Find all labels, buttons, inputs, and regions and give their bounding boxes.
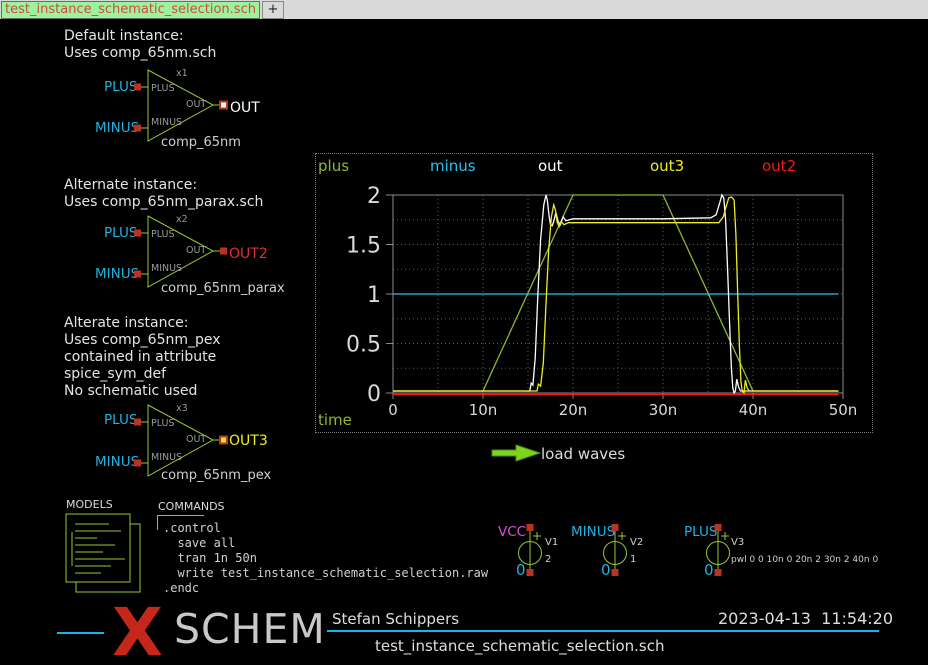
pin-square [134, 84, 141, 91]
source-name[interactable]: V1 [545, 537, 558, 549]
xschem-logo-text: SCHEM [174, 609, 326, 650]
instance3-desc-line[interactable]: spice_sym_def [64, 366, 166, 382]
pin-square-out [220, 102, 227, 109]
y-tick-label: 0.5 [346, 333, 381, 358]
pin-square [134, 230, 141, 237]
titleblock-author[interactable]: Stefan Schippers [332, 611, 459, 628]
symbol-pin-label: PLUS [151, 419, 175, 430]
xschem-window: test_instance_schematic_selection.sch + … [0, 0, 928, 665]
net-label-gnd[interactable]: 0 [516, 562, 526, 579]
instance1-desc-line[interactable]: Default instance: [64, 28, 184, 44]
instance-name[interactable]: x1 [176, 69, 188, 80]
commands-title[interactable]: COMMANDS [158, 501, 225, 514]
pin-square-out [220, 437, 227, 444]
symbol-pin-label: MINUS [151, 453, 182, 464]
new-tab-button[interactable]: + [262, 1, 284, 19]
source-name[interactable]: V2 [630, 537, 643, 549]
instance1-desc-line[interactable]: Uses comp_65nm.sch [64, 45, 216, 61]
symbol-pin-label: PLUS [151, 230, 175, 241]
spice-command-line[interactable]: .endc [163, 581, 199, 596]
symbol-pin-label: OUT [186, 100, 206, 111]
instance-name[interactable]: x2 [176, 215, 188, 226]
y-tick-label: 1 [367, 283, 381, 308]
net-label-out3[interactable]: OUT3 [229, 433, 268, 449]
waveform-plot[interactable]: 0 10n 20n 30n 40n 50n 0 0.5 1 1.5 2 [315, 153, 871, 431]
net-label-gnd[interactable]: 0 [601, 562, 611, 579]
source-value[interactable]: 2 [545, 554, 551, 566]
net-label-gnd[interactable]: 0 [704, 562, 714, 579]
y-tick-label: 1.5 [346, 234, 381, 259]
pin-square-out [220, 248, 227, 255]
commands-underline [158, 515, 204, 516]
symbol-pin-label: PLUS [151, 84, 175, 95]
instance2-desc-line[interactable]: Alternate instance: [64, 177, 197, 193]
x-tick-label: 0 [388, 401, 398, 419]
instance3-desc-line[interactable]: Alterate instance: [64, 315, 188, 331]
commands-bracket [157, 515, 158, 530]
y-tick-label: 2 [367, 184, 381, 209]
symbol-pin-label: OUT [186, 435, 206, 446]
instance-name[interactable]: x3 [176, 404, 188, 415]
tab-bar: test_instance_schematic_selection.sch + [0, 0, 928, 19]
launcher-arrow-icon[interactable] [491, 444, 543, 462]
spice-command-line[interactable]: save all [163, 536, 235, 551]
net-label-out[interactable]: OUT [230, 100, 260, 116]
pin-square [134, 125, 141, 132]
trace-out3 [393, 197, 839, 393]
x-tick-label: 50n [829, 401, 858, 419]
x-tick-label: 30n [649, 401, 678, 419]
symbol-name[interactable]: comp_65nm_parax [161, 282, 285, 297]
symbol-pin-label: MINUS [151, 118, 182, 129]
pin-square [134, 419, 141, 426]
x-tick-label: 40n [739, 401, 768, 419]
pin-square [612, 569, 619, 576]
y-tick-label: 0 [367, 382, 381, 407]
symbol-name[interactable]: comp_65nm_pex [161, 469, 271, 484]
source-value[interactable]: 1 [630, 554, 636, 566]
instance3-desc-line[interactable]: contained in attribute [64, 349, 216, 365]
launcher-load-waves[interactable]: load waves [541, 446, 625, 463]
pin-square [527, 524, 534, 531]
pin-square [134, 271, 141, 278]
titleblock-sheet-name[interactable]: test_instance_schematic_selection.sch [375, 638, 665, 655]
trace-plus [393, 195, 839, 391]
instance3-desc-line[interactable]: Uses comp_65nm_pex [64, 332, 221, 348]
x-tick-label: 10n [469, 401, 498, 419]
pin-square [134, 460, 141, 467]
pin-square [612, 524, 619, 531]
symbol-pin-label: MINUS [151, 264, 182, 275]
titleblock-datetime[interactable]: 2023-04-13 11:54:20 [718, 610, 893, 628]
titleblock-line [57, 632, 104, 634]
source-value-pwl[interactable]: pwl 0 0 10n 0 20n 2 30n 2 40n 0 [731, 555, 878, 565]
net-label-out2[interactable]: OUT2 [229, 246, 268, 262]
pin-square [715, 569, 722, 576]
symbol-name[interactable]: comp_65nm [161, 136, 241, 151]
xschem-logo-x: X [112, 600, 163, 665]
pin-square [527, 569, 534, 576]
spice-command-line[interactable]: tran 1n 50n [163, 551, 257, 566]
x-axis-title: time [318, 412, 352, 429]
x-tick-label: 20n [559, 401, 588, 419]
symbol-pin-label: OUT [186, 246, 206, 257]
pin-square [715, 524, 722, 531]
spice-command-line[interactable]: .control [163, 521, 221, 536]
models-icon[interactable] [62, 508, 148, 598]
spice-command-line[interactable]: write test_instance_schematic_selection.… [163, 566, 488, 581]
titleblock-underline [327, 630, 879, 632]
source-name[interactable]: V3 [731, 537, 744, 549]
tab-current-schematic[interactable]: test_instance_schematic_selection.sch [1, 1, 260, 19]
